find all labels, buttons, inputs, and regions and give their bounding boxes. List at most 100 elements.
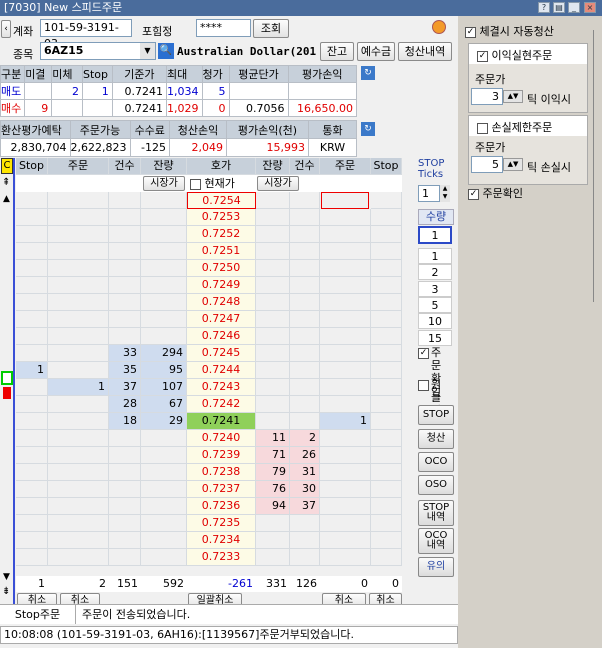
- buy-stop-cell[interactable]: [371, 362, 402, 379]
- scroll-top-icon[interactable]: ⇞: [2, 177, 10, 188]
- buy-stop-cell[interactable]: [371, 379, 402, 396]
- ladder-row[interactable]: 0.7247: [16, 311, 402, 328]
- buy-stop-cell[interactable]: [371, 464, 402, 481]
- qty-input[interactable]: 1: [418, 226, 452, 244]
- buy-order-cell[interactable]: [320, 481, 371, 498]
- sell-stop-cell[interactable]: [16, 277, 48, 294]
- ladder-row[interactable]: 28 67 0.7242: [16, 396, 402, 413]
- buy-stop-cell[interactable]: [371, 311, 402, 328]
- stop-ticks-spinner[interactable]: ▲ ▼: [440, 185, 450, 202]
- checkbox[interactable]: ✓: [465, 26, 476, 38]
- ladder-row[interactable]: 0.7250: [16, 260, 402, 277]
- sell-order-cell[interactable]: [48, 345, 109, 362]
- buy-order-cell[interactable]: [320, 243, 371, 260]
- buy-stop-cell[interactable]: [371, 345, 402, 362]
- buy-order-cell[interactable]: [320, 226, 371, 243]
- sell-order-cell[interactable]: [48, 532, 109, 549]
- ladder-row[interactable]: 0.7237 76 30: [16, 481, 402, 498]
- profit-ticks-input[interactable]: 3: [471, 88, 503, 105]
- scroll-bottom-icon[interactable]: ⇟: [2, 586, 10, 597]
- buy-stop-cell[interactable]: [371, 396, 402, 413]
- sell-order-cell[interactable]: [48, 362, 109, 379]
- auto-settle-option[interactable]: ✓ 체결시 자동청산: [465, 23, 595, 39]
- sell-order-cell[interactable]: [48, 226, 109, 243]
- buy-order-cell[interactable]: [320, 430, 371, 447]
- buy-order-cell[interactable]: [320, 515, 371, 532]
- buy-order-cell[interactable]: [320, 362, 371, 379]
- sell-order-cell[interactable]: [48, 549, 109, 566]
- market-sell-button[interactable]: 시장가: [143, 176, 185, 191]
- buy-order-cell[interactable]: [320, 209, 371, 226]
- sell-stop-cell[interactable]: [16, 464, 48, 481]
- sell-stop-cell[interactable]: [16, 515, 48, 532]
- buy-stop-cell[interactable]: [371, 532, 402, 549]
- buy-order-cell[interactable]: [320, 464, 371, 481]
- sell-stop-cell[interactable]: [16, 226, 48, 243]
- sell-stop-cell[interactable]: [16, 549, 48, 566]
- sell-order-cell[interactable]: [48, 396, 109, 413]
- sell-stop-cell[interactable]: [16, 209, 48, 226]
- sell-stop-cell[interactable]: [16, 430, 48, 447]
- ladder-row[interactable]: 0.7235: [16, 515, 402, 532]
- loss-ticks-input[interactable]: 5: [471, 156, 503, 173]
- search-icon[interactable]: 🔍: [158, 43, 174, 59]
- ladder-row[interactable]: 0.7246: [16, 328, 402, 345]
- checkbox[interactable]: [190, 178, 201, 190]
- checkbox[interactable]: [477, 122, 488, 134]
- sell-order-cell[interactable]: [48, 243, 109, 260]
- sell-order-cell[interactable]: [48, 515, 109, 532]
- sell-order-cell[interactable]: [48, 260, 109, 277]
- buy-stop-cell[interactable]: [371, 226, 402, 243]
- buy-order-cell[interactable]: [320, 294, 371, 311]
- ladder-row[interactable]: 0.7240 11 2: [16, 430, 402, 447]
- sell-order-cell[interactable]: [48, 209, 109, 226]
- sell-stop-cell[interactable]: [16, 532, 48, 549]
- sell-stop-cell[interactable]: [16, 243, 48, 260]
- checkbox[interactable]: ✓: [468, 188, 479, 200]
- table-row[interactable]: 매수 9 0.7241 1,029 0 0.7056 16,650.00: [0, 99, 357, 117]
- qty-option[interactable]: 2: [418, 264, 452, 281]
- buy-stop-cell[interactable]: [371, 243, 402, 260]
- order-confirm-option[interactable]: ✓ 주문 확인: [418, 346, 456, 398]
- buy-order-cell[interactable]: [321, 192, 369, 209]
- ladder-row[interactable]: 0.7253: [16, 209, 402, 226]
- collapse-icon[interactable]: ‹: [1, 20, 11, 38]
- settle-button[interactable]: 청산: [418, 429, 454, 449]
- sell-stop-cell[interactable]: [16, 328, 48, 345]
- minimize-icon[interactable]: _: [568, 2, 580, 13]
- ladder-row[interactable]: 1 35 95 0.7244: [16, 362, 402, 379]
- buy-order-cell[interactable]: [320, 277, 371, 294]
- buy-order-cell[interactable]: [320, 311, 371, 328]
- oco-button[interactable]: OCO: [418, 452, 454, 472]
- lookup-button[interactable]: 조회: [253, 19, 289, 38]
- buy-order-cell[interactable]: [320, 498, 371, 515]
- sell-order-cell[interactable]: [48, 311, 109, 328]
- sell-stop-cell[interactable]: [16, 311, 48, 328]
- sell-stop-cell[interactable]: [16, 260, 48, 277]
- link-icon[interactable]: ▤: [553, 2, 565, 13]
- oso-button[interactable]: OSO: [418, 475, 454, 495]
- buy-order-cell[interactable]: [320, 532, 371, 549]
- buy-order-cell[interactable]: [320, 345, 371, 362]
- qty-option[interactable]: 10: [418, 313, 452, 330]
- sell-order-cell[interactable]: [48, 498, 109, 515]
- sell-order-cell[interactable]: [48, 481, 109, 498]
- buy-stop-cell[interactable]: [371, 209, 402, 226]
- deposit-button[interactable]: 예수금: [357, 42, 395, 61]
- ladder-row[interactable]: 0.7248: [16, 294, 402, 311]
- ladder-row[interactable]: 0.7251: [16, 243, 402, 260]
- oco-history-button[interactable]: OCO 내역: [418, 528, 454, 554]
- qty-option[interactable]: 15: [418, 329, 452, 346]
- ladder-row[interactable]: 0.7233: [16, 549, 402, 566]
- chevron-down-icon[interactable]: ▼: [140, 43, 155, 59]
- ladder-row[interactable]: 0.7254: [16, 192, 402, 209]
- buy-stop-cell[interactable]: [371, 447, 402, 464]
- buy-stop-cell[interactable]: [371, 277, 402, 294]
- ladder-row[interactable]: 18 29 0.7241 1: [16, 413, 402, 430]
- sell-order-cell[interactable]: [48, 277, 109, 294]
- symbol-input[interactable]: 6AZ15: [40, 42, 156, 60]
- sell-stop-cell[interactable]: [16, 481, 48, 498]
- scroll-down-icon[interactable]: ▼: [3, 572, 10, 582]
- help-icon[interactable]: ?: [538, 2, 550, 13]
- center-button[interactable]: C: [1, 158, 13, 174]
